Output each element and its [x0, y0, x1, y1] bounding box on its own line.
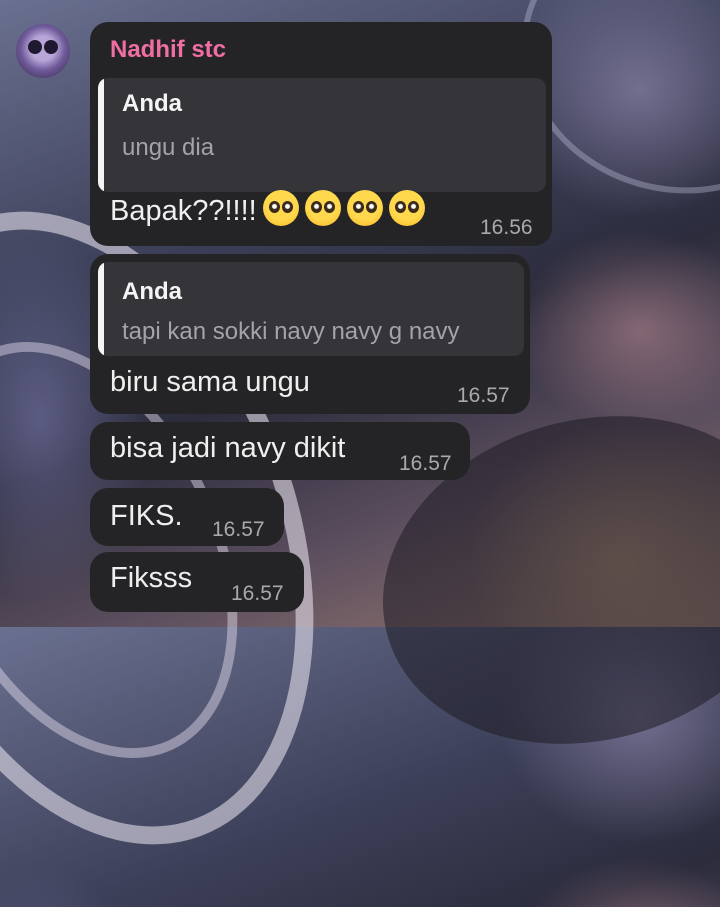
pleading-face-icon: [262, 190, 299, 226]
quote-text: ungu dia: [122, 134, 215, 161]
message-bubble[interactable]: Nadhif stc Anda ungu dia Bapak??!!!! 16.…: [90, 22, 552, 246]
quote-text: tapi kan sokki navy navy g navy: [122, 318, 460, 345]
message-time: 16.56: [480, 216, 533, 239]
message-text: biru sama ungu: [110, 366, 310, 398]
quote-author: Anda: [122, 278, 182, 305]
message-bubble[interactable]: Anda tapi kan sokki navy navy g navy bir…: [90, 254, 530, 414]
message-text: FIKS.: [110, 500, 183, 532]
reply-quote[interactable]: Anda ungu dia: [98, 78, 546, 192]
quote-author: Anda: [122, 90, 182, 117]
message-time: 16.57: [231, 582, 284, 605]
message-time: 16.57: [457, 384, 510, 407]
message-text-content: Bapak??!!!!: [110, 195, 257, 227]
pleading-face-icon: [388, 190, 425, 226]
pleading-face-icon: [304, 190, 341, 226]
message-time: 16.57: [212, 518, 265, 541]
message-bubble[interactable]: bisa jadi navy dikit 16.57: [90, 422, 470, 480]
sender-avatar[interactable]: [16, 24, 70, 78]
message-text: Bapak??!!!!: [110, 190, 425, 228]
pleading-face-icon: [346, 190, 383, 226]
message-text: Fiksss: [110, 562, 193, 594]
sender-name[interactable]: Nadhif stc: [110, 36, 226, 64]
message-time: 16.57: [399, 452, 452, 475]
message-bubble[interactable]: Fiksss 16.57: [90, 552, 304, 612]
reply-quote[interactable]: Anda tapi kan sokki navy navy g navy: [98, 262, 524, 356]
message-bubble[interactable]: FIKS. 16.57: [90, 488, 284, 546]
message-text: bisa jadi navy dikit: [110, 432, 346, 464]
